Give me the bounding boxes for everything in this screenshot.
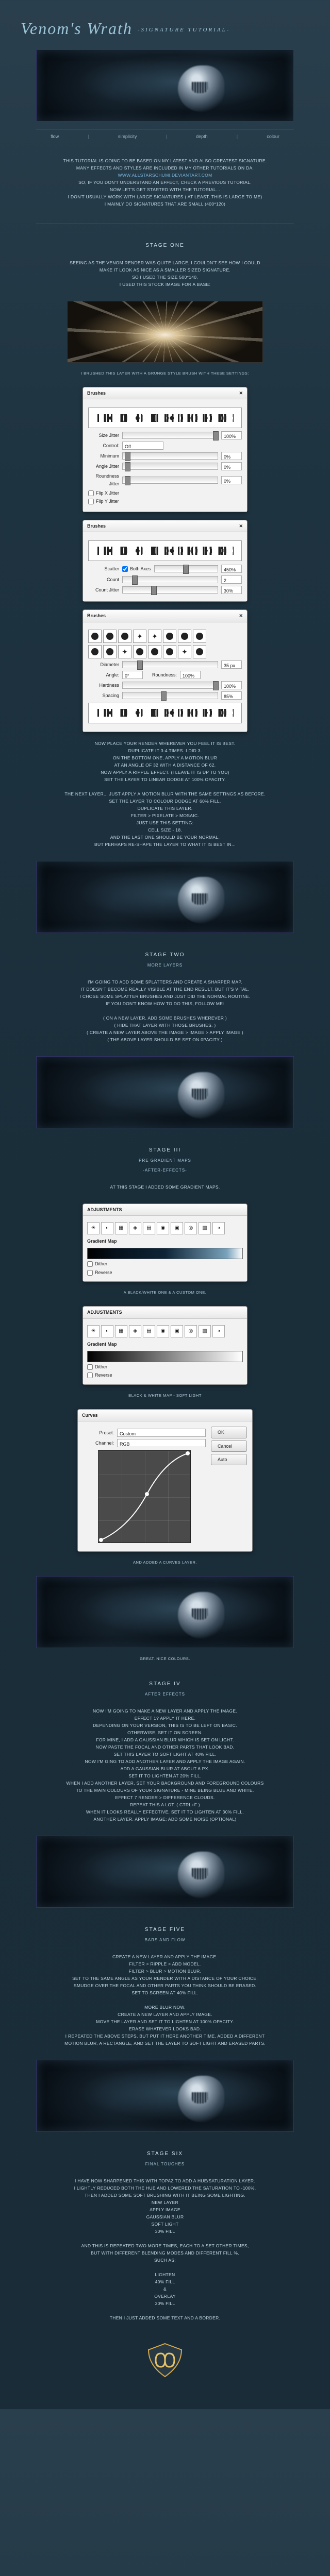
dither-checkbox[interactable] — [87, 1364, 93, 1370]
gradient-map-panel-2: ADJUSTMENTS ☀◐▦◈▤◉▣◎▨◑ Gradient Map Dith… — [82, 1306, 248, 1385]
control-select[interactable]: Off — [122, 442, 163, 450]
close-icon[interactable]: ✕ — [239, 522, 243, 530]
stage-6-body: I HAVE NOW SHARPENED THIS WITH TOPAZ TO … — [39, 2177, 291, 2321]
auto-button[interactable]: Auto — [211, 1454, 247, 1465]
stage-4-result — [36, 1836, 294, 1908]
brush-preview — [88, 408, 242, 428]
divider — [36, 223, 294, 224]
panel-title: Brushes — [87, 389, 106, 397]
nav-simplicity: simplicity — [118, 133, 137, 140]
flipy-checkbox[interactable] — [88, 499, 94, 504]
stage-2-title: STAGE TWO — [21, 951, 309, 959]
brush-tips[interactable] — [88, 630, 242, 643]
size-jitter-slider[interactable] — [122, 432, 218, 439]
stage-5-sub: BARS AND FLOW — [21, 1937, 309, 1944]
stage-3-sub: PRE GRADIENT MAPS — [21, 1158, 309, 1164]
stage-1-body: NOW PLACE YOUR RENDER WHEREVER YOU FEEL … — [39, 740, 291, 848]
gradient-map-panel-1: ADJUSTMENTS ☀◐▦◈▤◉▣◎▨◑ Gradient Map Dith… — [82, 1204, 248, 1282]
da-link[interactable]: WWW.ALLSTARSCHUMI.DEVIANTART.COM — [39, 172, 291, 179]
spacing-slider[interactable] — [122, 692, 218, 699]
nav-bar: flow| simplicity| depth| colour — [36, 129, 294, 144]
gmap1-caption: A BLACK/WHITE ONE & A CUSTOM ONE. — [21, 1290, 309, 1296]
min-slider[interactable] — [122, 452, 218, 460]
flipx-checkbox[interactable] — [88, 490, 94, 496]
close-icon[interactable]: ✕ — [239, 389, 243, 397]
ok-button[interactable]: OK — [211, 1427, 247, 1438]
stage-4-body: NOW I'M GOING TO MAKE A NEW LAYER AND AP… — [39, 1707, 291, 1823]
stage-4-sub: AFTER EFFECTS — [21, 1691, 309, 1698]
render-caption: I BRUSHED THIS LAYER WITH A GRUNGE STYLE… — [21, 370, 309, 377]
brush-panel-shape-dynamics: Brushes✕ Size Jitter100% Control:Off Min… — [82, 387, 248, 512]
stage-3-title: STAGE III — [21, 1146, 309, 1155]
brush-panel-tip-shape: Brushes✕ Diameter35 px Angle:0°Roundness… — [82, 609, 248, 732]
curves-caption: AND ADDED A CURVES LAYER. — [21, 1560, 309, 1566]
stage-1-intro: SEEING AS THE VENOM RENDER WAS QUITE LAR… — [39, 259, 291, 288]
angle-jitter-slider[interactable] — [122, 463, 218, 470]
adjustment-presets[interactable]: ☀◐▦◈▤◉▣◎▨◑ — [87, 1222, 243, 1234]
preset-select[interactable]: Custom — [117, 1429, 206, 1437]
curves-graph[interactable] — [98, 1450, 191, 1543]
count-slider[interactable] — [122, 576, 218, 583]
cancel-button[interactable]: Cancel — [211, 1440, 247, 1452]
stage-3-result — [36, 1576, 294, 1648]
channel-select[interactable]: RGB — [117, 1439, 206, 1447]
stage-6-sub: FINAL TOUCHES — [21, 2161, 309, 2168]
diameter-slider[interactable] — [122, 661, 218, 668]
nav-depth: depth — [196, 133, 208, 140]
size-jitter-value[interactable]: 100% — [221, 431, 242, 439]
intro-text: THIS TUTORIAL IS GOING TO BE BASED ON MY… — [39, 157, 291, 208]
stage-2-sub: MORE LAYERS — [21, 962, 309, 969]
nav-colour: colour — [267, 133, 279, 140]
reverse-checkbox[interactable] — [87, 1270, 93, 1276]
brush-preview — [88, 703, 242, 723]
gmap2-caption: BLACK & WHITE MAP - SOFT LIGHT — [21, 1393, 309, 1399]
both-axes-checkbox[interactable] — [122, 566, 128, 572]
stage-3-endcap: GREAT. NICE COLOURS. — [21, 1656, 309, 1662]
hardness-slider[interactable] — [122, 682, 218, 689]
main-title: Venom's Wrath -SIGNATURE TUTORIAL- — [21, 15, 309, 42]
gradient-bar-bw[interactable] — [87, 1351, 243, 1362]
stage-1-title: STAGE ONE — [21, 242, 309, 250]
header-signature — [36, 49, 294, 122]
dither-checkbox[interactable] — [87, 1261, 93, 1267]
stage-2-body: I'M GOING TO ADD SOME SPLATTERS AND CREA… — [39, 978, 291, 1043]
footer-logo-icon — [144, 2342, 186, 2378]
stock-render — [67, 301, 263, 363]
stage-3-sub2: -AFTER-EFFECTS- — [21, 1167, 309, 1174]
curves-panel: Curves Preset:Custom Channel:RGB OK Canc… — [77, 1409, 253, 1552]
close-icon[interactable]: ✕ — [239, 612, 243, 619]
stage-5-result — [36, 2060, 294, 2132]
brush-preview — [88, 540, 242, 561]
stage-6-title: STAGE SIX — [21, 2150, 309, 2158]
stage-5-title: STAGE FIVE — [21, 1926, 309, 1934]
reverse-checkbox[interactable] — [87, 1372, 93, 1378]
scatter-slider[interactable] — [154, 565, 218, 572]
gradient-bar[interactable] — [87, 1248, 243, 1259]
count-jitter-slider[interactable] — [122, 586, 218, 594]
stage-5-body: CREATE A NEW LAYER AND APPLY THE IMAGE.F… — [39, 1953, 291, 2047]
brush-panel-scattering: Brushes✕ ScatterBoth Axes450% Count2 Cou… — [82, 520, 248, 602]
nav-flow: flow — [51, 133, 59, 140]
stage-4-title: STAGE IV — [21, 1680, 309, 1688]
roundness-jitter-slider[interactable] — [122, 477, 218, 484]
stage-1-result — [36, 861, 294, 933]
stage-2-result — [36, 1056, 294, 1128]
